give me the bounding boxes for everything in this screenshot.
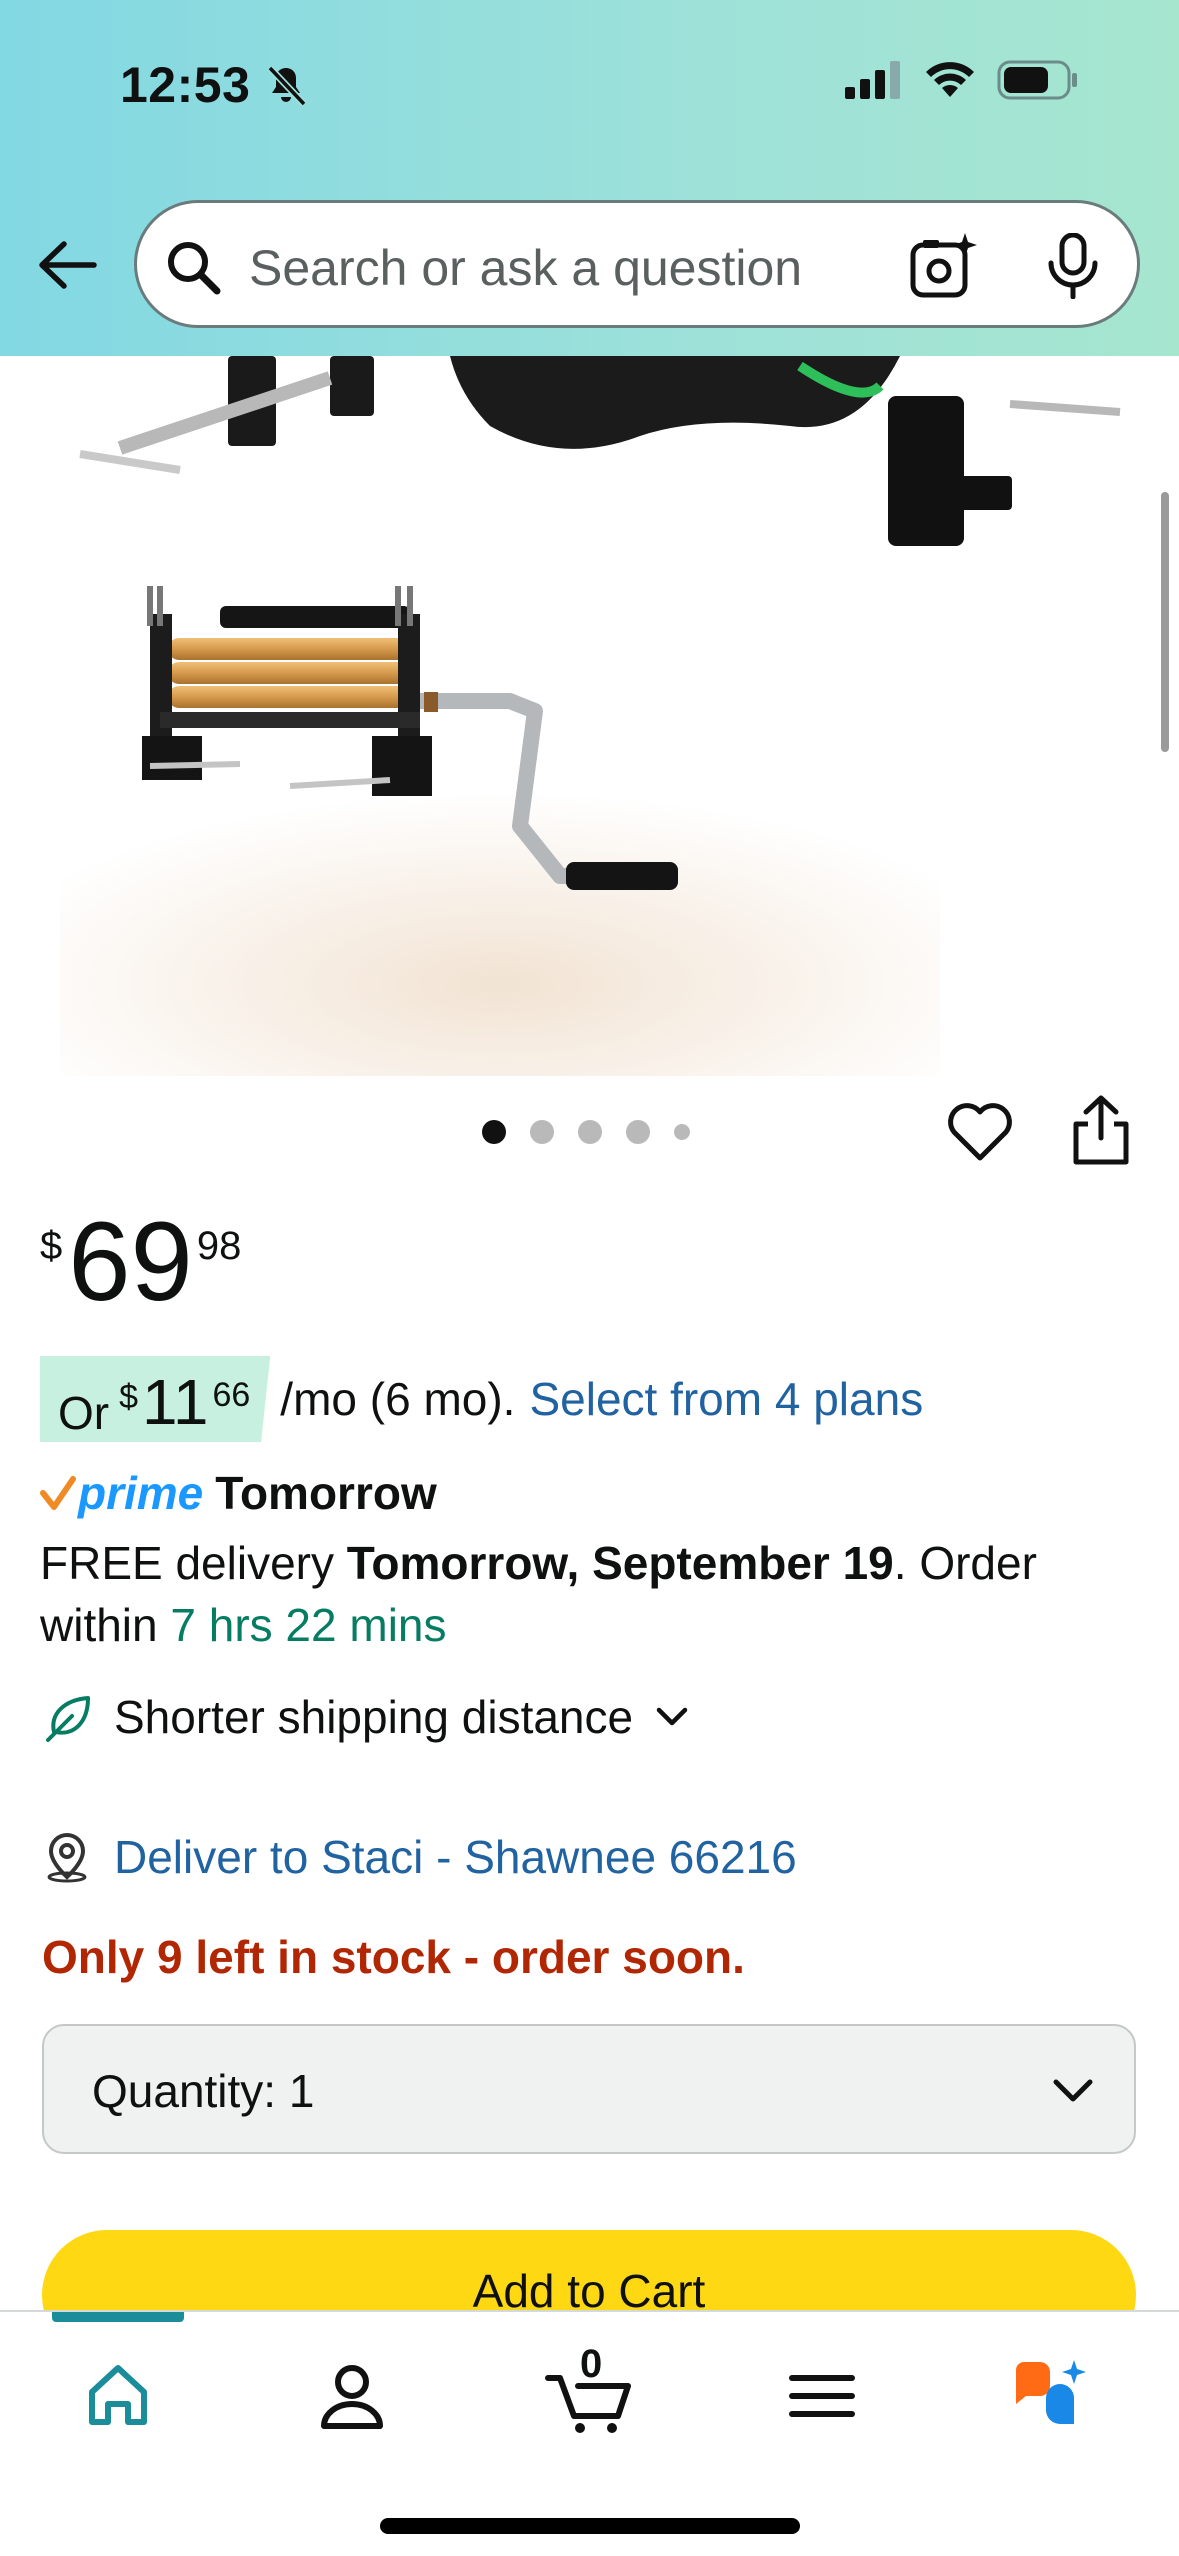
chevron-down-icon [656, 1707, 688, 1726]
delivery-date: Tomorrow, September 19 [346, 1537, 894, 1589]
deliver-to-label[interactable]: Deliver to Staci - Shawnee 66216 [114, 1830, 797, 1884]
installment-row: Or $ 11 66 /mo (6 mo). Select from 4 pla… [40, 1356, 923, 1442]
installment-currency: $ [119, 1378, 139, 1416]
price: $ 69 98 [40, 1206, 241, 1318]
search-input[interactable]: Search or ask a question [249, 239, 802, 297]
quantity-label-text: Quantity: [92, 2065, 277, 2117]
menu-icon[interactable] [782, 2356, 862, 2436]
quantity-select[interactable]: Quantity: 1 [42, 2024, 1136, 2154]
installment-badge: Or $ 11 66 [40, 1356, 271, 1442]
search-icon [168, 242, 221, 295]
shipping-distance-toggle[interactable]: Shorter shipping distance [44, 1690, 691, 1744]
quantity-label: Quantity: 1 [92, 2064, 314, 2118]
active-tab-indicator [52, 2312, 184, 2322]
prime-check-icon [40, 1476, 76, 1510]
shipping-distance-label: Shorter shipping distance [114, 1691, 634, 1743]
heart-icon[interactable] [946, 1098, 1014, 1166]
home-icon[interactable] [78, 2356, 158, 2436]
chevron-down-icon [1053, 2079, 1093, 2102]
installment-term: /mo (6 mo). [280, 1373, 516, 1425]
select-plans-link[interactable]: Select from 4 plans [529, 1372, 923, 1426]
cart-count-badge: 0 [580, 2342, 603, 2386]
carousel-dot[interactable] [578, 1120, 602, 1144]
carousel-dot[interactable] [482, 1120, 506, 1144]
carousel-dot[interactable] [674, 1124, 690, 1140]
wifi-icon [926, 62, 974, 97]
home-indicator [380, 2518, 800, 2534]
delivery-countdown: 7 hrs 22 mins [170, 1599, 447, 1651]
back-arrow-icon[interactable] [34, 232, 100, 298]
stock-warning: Only 9 left in stock - order soon. [42, 1931, 745, 1983]
delivery-info: FREE delivery Tomorrow, September 19. Or… [40, 1532, 1140, 1656]
prime-row: prime Tomorrow [40, 1466, 437, 1520]
leaf-icon [46, 1696, 90, 1742]
product-photo [60, 356, 1121, 1076]
bell-off-icon [267, 65, 307, 107]
microphone-icon[interactable] [1043, 233, 1103, 299]
rufus-assistant-icon[interactable] [1010, 2356, 1090, 2436]
account-icon[interactable] [312, 2356, 392, 2436]
product-image[interactable] [0, 356, 1179, 1076]
location-pin-icon [47, 1832, 87, 1883]
status-time: 12:53 [120, 57, 251, 113]
image-carousel-dots[interactable] [482, 1120, 690, 1144]
installment-prefix: Or [58, 1387, 110, 1439]
installment-whole: 11 [142, 1366, 209, 1438]
scroll-indicator [1161, 492, 1169, 752]
deliver-to-link[interactable]: Deliver to Staci - Shawnee 66216 [44, 1830, 797, 1884]
cellular-signal-icon [845, 61, 900, 99]
status-icons [845, 60, 1079, 100]
camera-lens-icon[interactable] [909, 231, 979, 301]
delivery-free-text: FREE delivery [40, 1537, 334, 1589]
bottom-nav: 0 [0, 2310, 1179, 2556]
battery-icon [997, 60, 1077, 100]
price-fraction: 98 [196, 1224, 242, 1268]
carousel-dot[interactable] [626, 1120, 650, 1144]
installment-fraction: 66 [212, 1376, 251, 1414]
price-currency: $ [40, 1224, 63, 1268]
quantity-value: 1 [288, 2065, 315, 2117]
prime-logo: prime [78, 1467, 204, 1519]
search-bar[interactable]: Search or ask a question [134, 200, 1140, 328]
carousel-dot[interactable] [530, 1120, 554, 1144]
price-whole: 69 [68, 1199, 193, 1324]
prime-delivery-day: Tomorrow [215, 1467, 437, 1519]
share-icon[interactable] [1068, 1094, 1134, 1166]
top-bar: 12:53 Search or ask a question [0, 0, 1179, 356]
